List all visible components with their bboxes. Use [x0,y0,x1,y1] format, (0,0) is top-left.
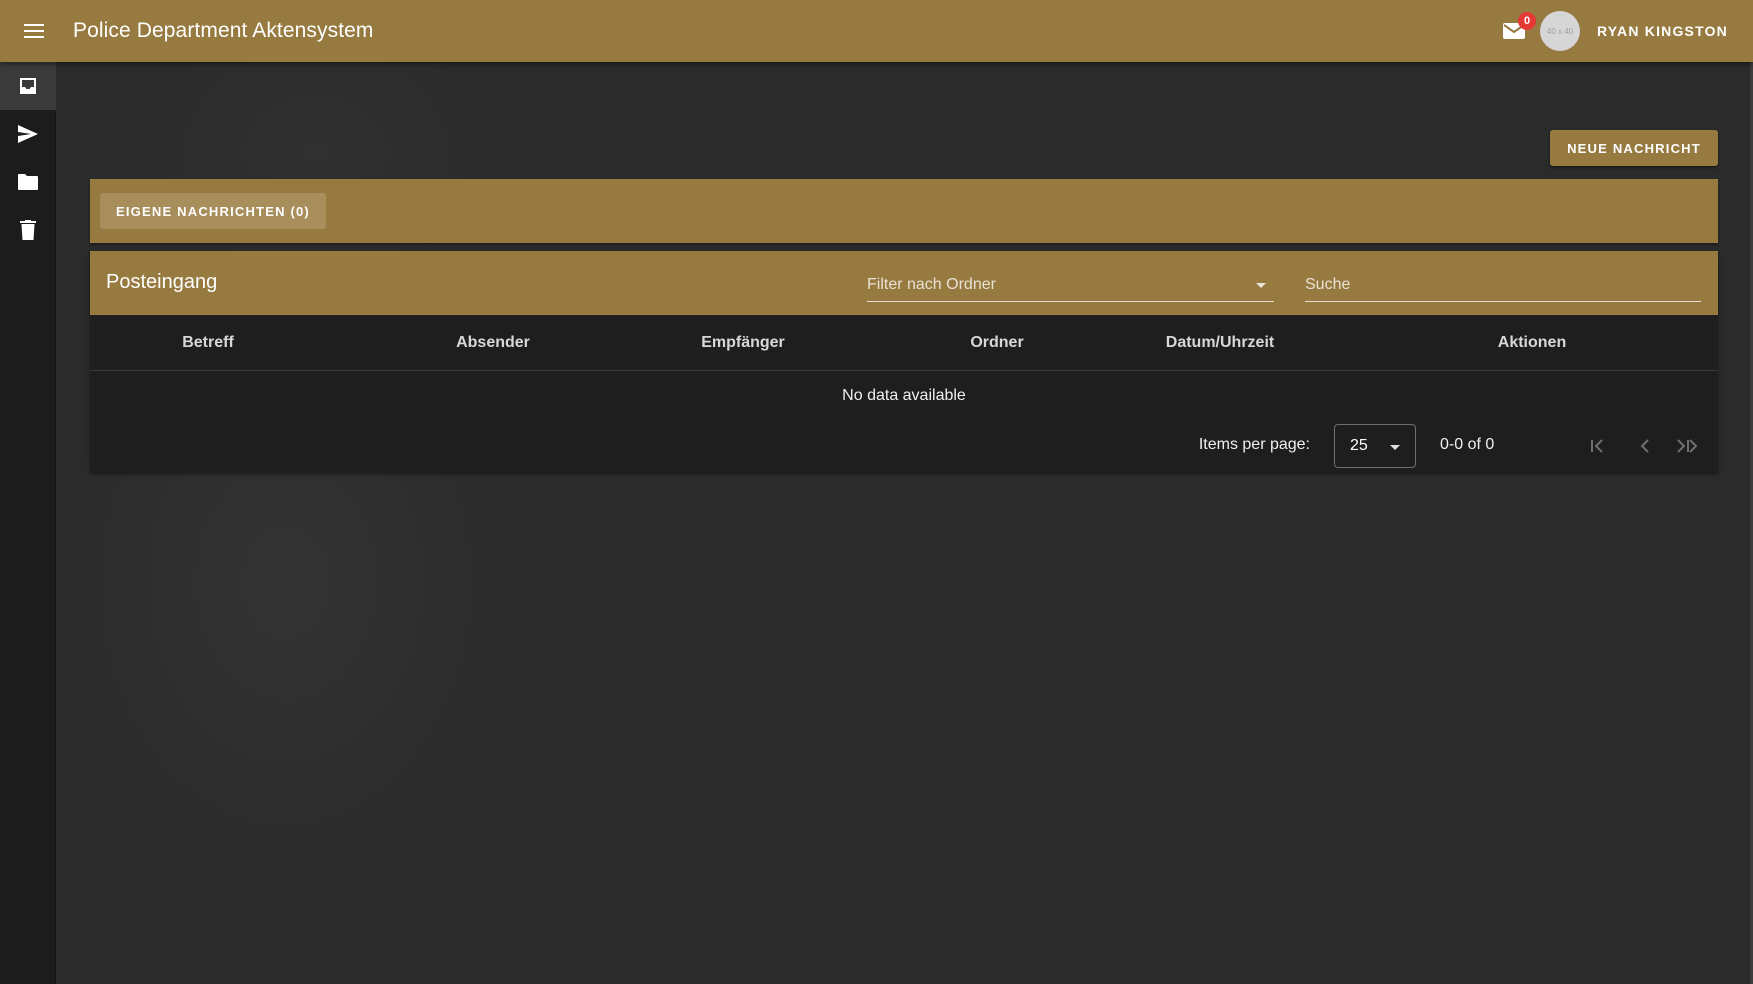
send-icon [18,125,38,143]
items-per-page-value: 25 [1350,437,1368,454]
empty-state-text: No data available [842,387,966,404]
first-page-button[interactable] [1581,430,1613,462]
folder-filter-label: Filter nach Ordner [867,276,996,293]
items-per-page-label: Items per page: [1198,436,1310,453]
search-input[interactable] [1305,273,1701,297]
main-content: NEUE NACHRICHT EIGENE NACHRICHTEN (0) Po… [56,62,1753,984]
pagination: Items per page: 25 0-0 of 0 [90,424,1718,468]
new-message-button[interactable]: NEUE NACHRICHT [1550,130,1718,166]
sidebar-item-sent[interactable] [0,110,56,158]
trash-icon [20,220,36,240]
column-header-datetime[interactable]: Datum/Uhrzeit [1166,334,1274,352]
mail-badge: 0 [1518,12,1536,30]
previous-page-button[interactable] [1629,430,1661,462]
user-name[interactable]: RYAN KINGSTON [1597,23,1728,39]
sidebar-item-folders[interactable] [0,158,56,206]
sidebar [0,62,56,984]
table-header-row: Betreff Absender Empfänger Ordner Datum/… [90,315,1718,371]
inbox-table: Posteingang Filter nach Ordner Betreff A… [90,251,1718,472]
last-page-icon [1677,439,1689,453]
page-range-text: 0-0 of 0 [1440,436,1495,453]
column-header-subject[interactable]: Betreff [182,334,234,352]
items-per-page-select[interactable]: 25 [1334,424,1416,468]
header-user-area: 0 40 x 40 RYAN KINGSTON [1498,0,1753,62]
column-header-sender[interactable]: Absender [456,334,530,352]
own-messages-bar: EIGENE NACHRICHTEN (0) [90,179,1718,243]
app-title: Police Department Aktensystem [73,19,374,42]
first-page-icon [1591,439,1603,453]
chevron-down-icon [1390,445,1400,450]
column-header-folder[interactable]: Ordner [970,334,1023,352]
last-page-button[interactable] [1667,430,1699,462]
folder-filter-select[interactable]: Filter nach Ordner [867,269,1274,302]
inbox-icon [20,78,36,94]
search-field [1305,269,1701,302]
column-header-recipient[interactable]: Empfänger [701,334,785,352]
mail-button[interactable]: 0 [1498,12,1536,47]
own-messages-button[interactable]: EIGENE NACHRICHTEN (0) [100,193,326,229]
app-bar: Police Department Aktensystem 0 40 x 40 … [0,0,1753,62]
table-toolbar: Posteingang Filter nach Ordner [90,251,1718,315]
sidebar-item-trash[interactable] [0,206,56,254]
chevron-left-icon [1640,439,1649,453]
column-header-actions: Aktionen [1497,334,1567,351]
folder-icon [18,174,38,190]
inbox-title: Posteingang [106,271,218,293]
avatar[interactable]: 40 x 40 [1540,11,1580,51]
chevron-down-icon [1256,283,1266,288]
sidebar-item-inbox[interactable] [0,62,56,110]
avatar-placeholder-text: 40 x 40 [1546,26,1574,36]
menu-icon[interactable] [17,14,51,48]
